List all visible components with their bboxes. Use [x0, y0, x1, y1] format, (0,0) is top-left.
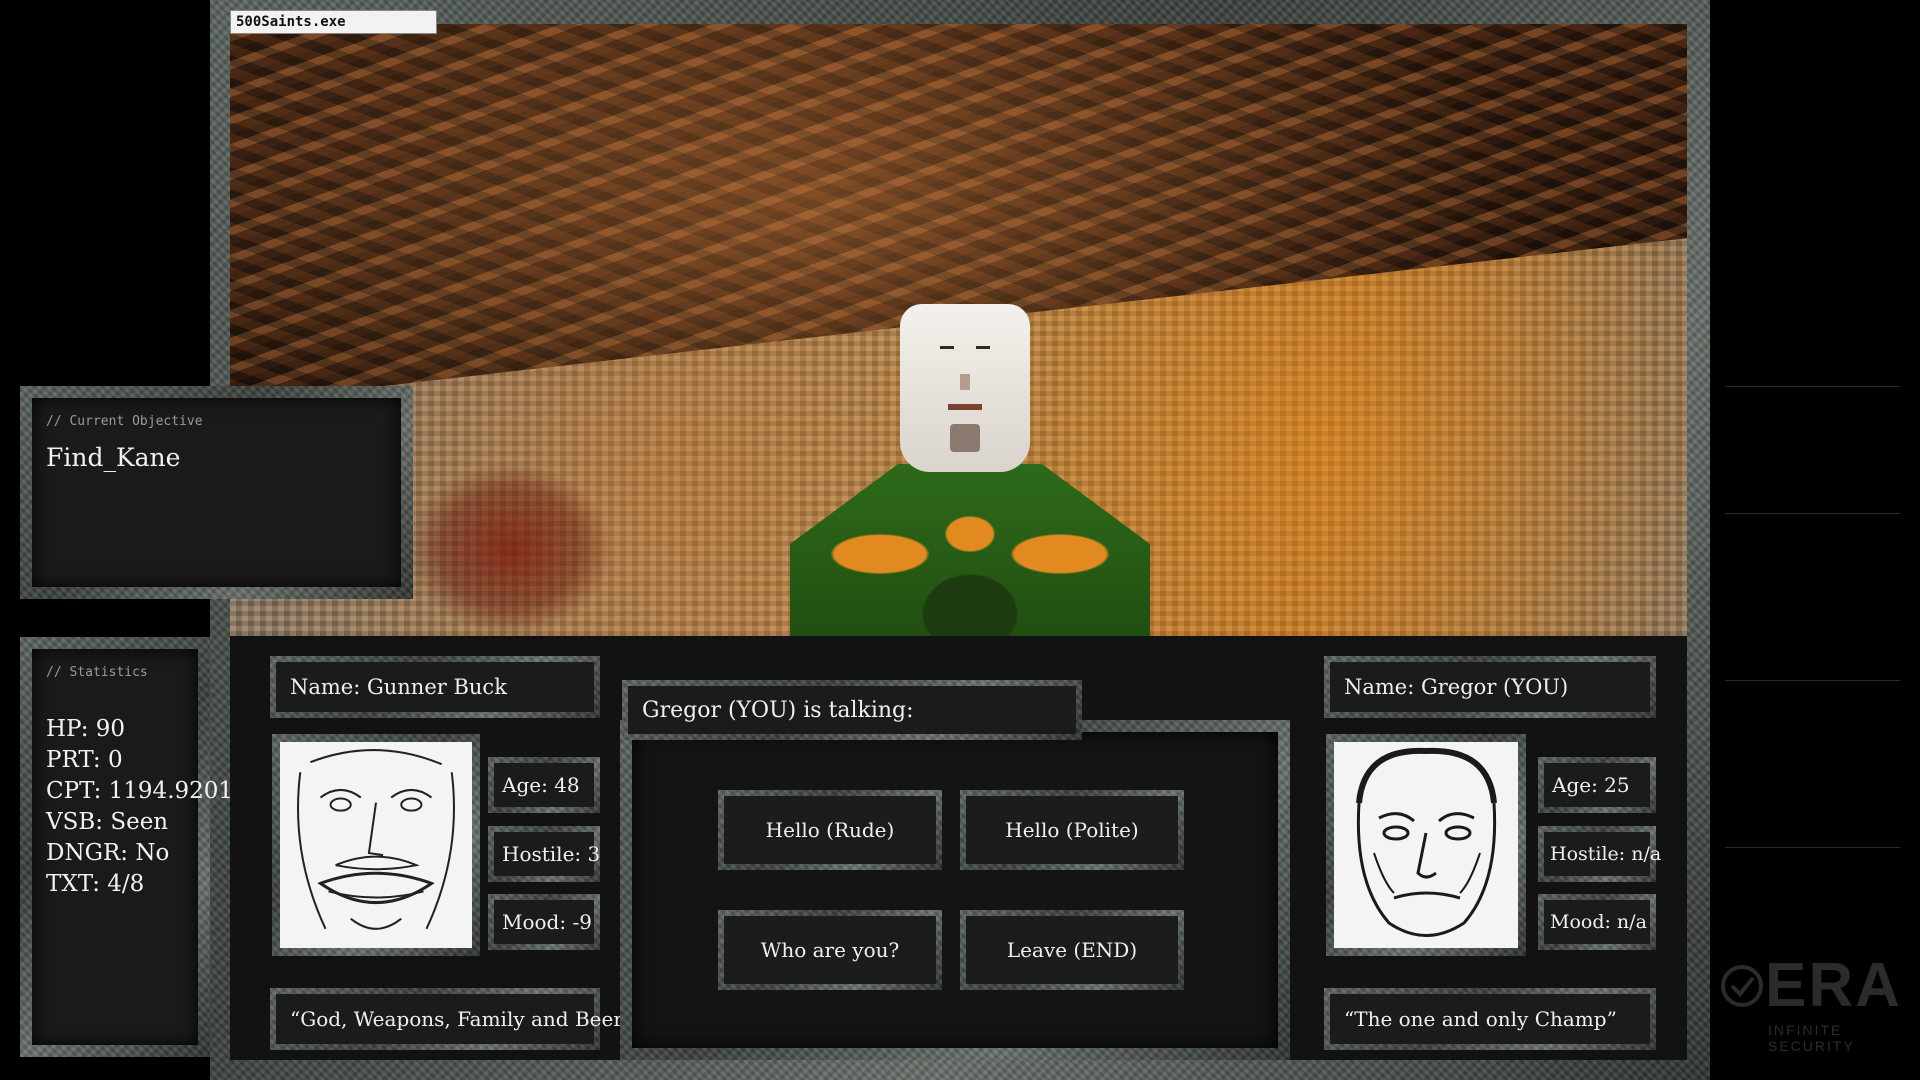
stat-vsb: VSB: Seen — [46, 809, 169, 835]
player-age: Age: 25 — [1544, 763, 1650, 807]
statistics-list: HP: 90 PRT: 0 CPT: 1194.920135 VSB: Seen… — [46, 714, 263, 900]
player-quote-box: “The one and only Champ” — [1324, 988, 1656, 1050]
npc-portrait-icon — [280, 742, 472, 948]
choice-hello-rude-button[interactable]: Hello (Rude) — [718, 790, 942, 870]
objective-caption: // Current Objective — [46, 414, 203, 429]
statistics-caption: // Statistics — [46, 665, 148, 680]
choice-who-are-you-button[interactable]: Who are you? — [718, 910, 942, 990]
choice-label: Who are you? — [724, 916, 936, 984]
choice-label: Leave (END) — [966, 916, 1178, 984]
npc-head — [900, 304, 1030, 472]
player-hostile-box: Hostile: n/a — [1538, 826, 1661, 882]
stat-dngr: DNGR: No — [46, 840, 170, 866]
choice-leave-button[interactable]: Leave (END) — [960, 910, 1184, 990]
npc-age-box: Age: 48 — [488, 757, 600, 813]
debug-readout — [1725, 380, 1900, 900]
blood-splatter — [410, 464, 610, 634]
npc-age: Age: 48 — [494, 763, 594, 807]
npc-quote-box: “God, Weapons, Family and Beer” — [270, 988, 633, 1050]
npc-mood: Mood: -9 — [494, 900, 594, 944]
speaker-label: Gregor (YOU) is talking: — [628, 686, 1076, 734]
logo-text: ERA — [1765, 951, 1902, 1020]
stat-cpt: CPT: 1194.920135 — [46, 778, 263, 804]
stat-hp: HP: 90 — [46, 716, 126, 742]
npc-portrait-frame — [272, 734, 480, 956]
player-hostile: Hostile: n/a — [1544, 832, 1661, 876]
player-portrait-frame — [1326, 734, 1526, 956]
npc-hostile: Hostile: 3 — [494, 832, 600, 876]
stat-txt: TXT: 4/8 — [46, 871, 145, 897]
npc-name-box: Name: Gunner Buck — [270, 656, 600, 718]
choice-label: Hello (Rude) — [724, 796, 936, 864]
speaker-box: Gregor (YOU) is talking: — [622, 680, 1082, 740]
player-portrait-icon — [1334, 742, 1518, 948]
npc-quote: “God, Weapons, Family and Beer” — [276, 994, 633, 1044]
statistics-panel: // Statistics HP: 90 PRT: 0 CPT: 1194.92… — [20, 637, 263, 1057]
dialogue-choices-panel — [620, 720, 1290, 1060]
player-name-box: Name: Gregor (YOU) — [1324, 656, 1656, 718]
objective-panel: // Current Objective Find_Kane — [20, 386, 413, 599]
stat-prt: PRT: 0 — [46, 747, 123, 773]
era-logo: ERA INFINITE SECURITY — [1720, 950, 1905, 1054]
player-quote: “The one and only Champ” — [1330, 994, 1650, 1044]
window-title: 500Saints.exe — [230, 10, 437, 34]
npc-name: Name: Gunner Buck — [276, 662, 594, 712]
player-age-box: Age: 25 — [1538, 757, 1656, 813]
npc-hostile-box: Hostile: 3 — [488, 826, 600, 882]
player-mood: Mood: n/a — [1544, 900, 1650, 944]
player-mood-box: Mood: n/a — [1538, 894, 1656, 950]
choice-hello-polite-button[interactable]: Hello (Polite) — [960, 790, 1184, 870]
logo-tagline: INFINITE SECURITY — [1768, 1022, 1855, 1054]
objective-value: Find_Kane — [46, 443, 181, 472]
player-name: Name: Gregor (YOU) — [1330, 662, 1650, 712]
game-viewport — [230, 24, 1687, 636]
check-circle-icon — [1721, 965, 1763, 1007]
choice-label: Hello (Polite) — [966, 796, 1178, 864]
npc-mood-box: Mood: -9 — [488, 894, 600, 950]
